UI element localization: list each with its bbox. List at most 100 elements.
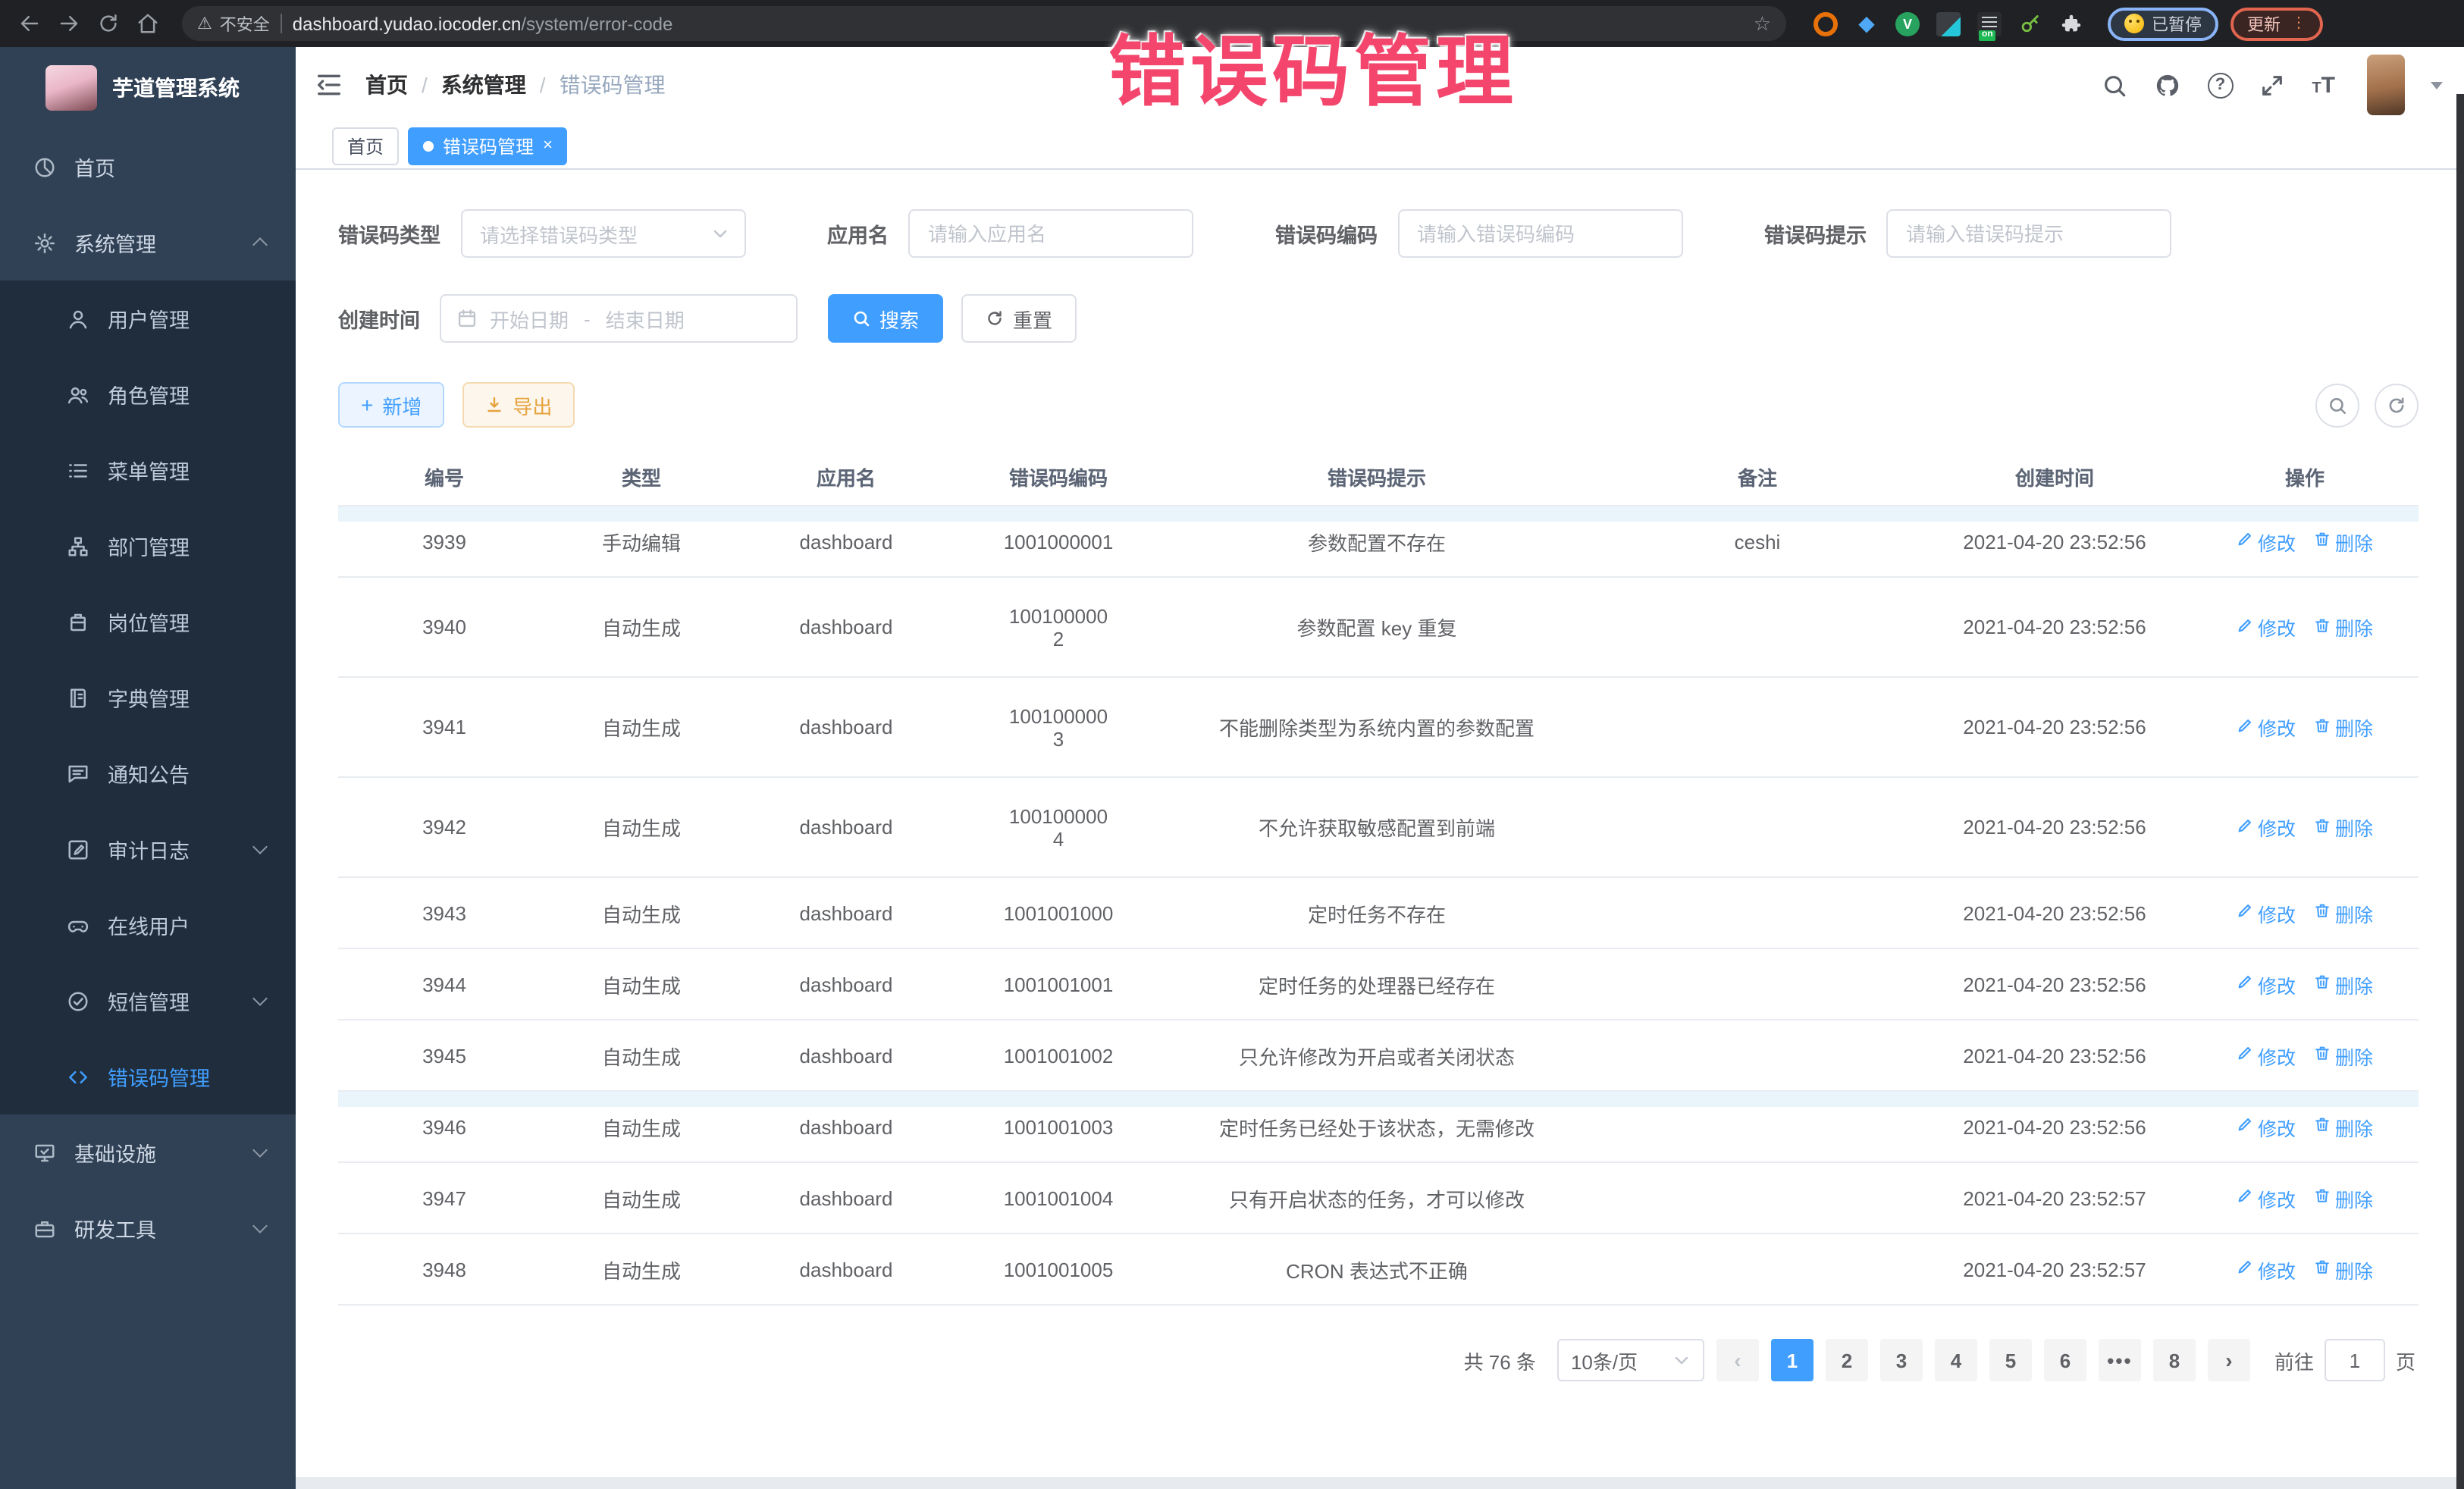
edit-link[interactable]: 修改 (2237, 713, 2296, 741)
page-button-1[interactable]: 1 (1771, 1339, 1814, 1381)
home-icon[interactable] (133, 10, 161, 37)
cell-id: 3943 (338, 892, 550, 933)
refresh-button[interactable] (2375, 383, 2419, 427)
delete-label: 删除 (2335, 613, 2373, 641)
more-pages-icon[interactable]: ••• (2099, 1339, 2141, 1381)
font-size-icon[interactable]: TT (2312, 74, 2335, 96)
toggle-search-button[interactable] (2315, 383, 2359, 427)
extension-key-icon[interactable] (2018, 11, 2042, 36)
profile-paused-pill[interactable]: 已暂停 (2108, 7, 2218, 40)
sidebar-item-岗位管理[interactable]: 岗位管理 (0, 584, 296, 660)
delete-link[interactable]: 删除 (2314, 1112, 2373, 1141)
extension-switch-icon[interactable]: on (1977, 11, 2002, 36)
sidebar-item-研发工具[interactable]: 研发工具 (0, 1190, 296, 1266)
update-label: 更新 (2247, 11, 2281, 36)
search-button[interactable]: 搜索 (828, 294, 943, 343)
forward-icon[interactable] (55, 10, 82, 37)
edit-link[interactable]: 修改 (2237, 970, 2296, 998)
reset-button[interactable]: 重置 (961, 294, 1077, 343)
extension-grid-icon[interactable] (1936, 11, 1961, 36)
date-range-picker[interactable]: 开始日期 - 结束日期 (440, 294, 798, 343)
sidebar-item-在线用户[interactable]: 在线用户 (0, 887, 296, 963)
sidebar-item-首页[interactable]: 首页 (0, 129, 296, 205)
sidebar-item-审计日志[interactable]: 审计日志 (0, 811, 296, 887)
delete-link[interactable]: 删除 (2314, 613, 2373, 641)
address-bar[interactable]: ⚠ 不安全 dashboard.yudao.iocoder.cn/system/… (182, 6, 1786, 41)
code-text: 1001001005 (1004, 1258, 1114, 1281)
tab-error-code[interactable]: 错误码管理 × (408, 127, 568, 165)
sidebar-item-label: 岗位管理 (108, 607, 190, 637)
search-icon[interactable] (2101, 71, 2128, 99)
add-button[interactable]: + 新增 (338, 382, 444, 428)
browser-update-button[interactable]: 更新 ⋮ (2230, 7, 2323, 40)
page-button-5[interactable]: 5 (1989, 1339, 2032, 1381)
delete-link[interactable]: 删除 (2314, 898, 2373, 927)
goto-page-input[interactable] (2324, 1339, 2385, 1381)
sidebar-item-短信管理[interactable]: 短信管理 (0, 963, 296, 1039)
reload-icon[interactable] (94, 10, 121, 37)
sidebar-item-通知公告[interactable]: 通知公告 (0, 735, 296, 811)
app-logo-row[interactable]: 芋道管理系统 (0, 47, 296, 129)
delete-link[interactable]: 删除 (2314, 1183, 2373, 1212)
edit-link[interactable]: 修改 (2237, 1041, 2296, 1070)
cell-actions: 修改删除 (2191, 704, 2419, 751)
search-button-label: 搜索 (879, 304, 919, 333)
sidebar-item-基础设施[interactable]: 基础设施 (0, 1114, 296, 1190)
page-button-6[interactable]: 6 (2044, 1339, 2086, 1381)
sidebar-item-系统管理[interactable]: 系统管理 (0, 205, 296, 281)
close-icon[interactable]: × (543, 136, 553, 155)
edit-icon (2237, 817, 2253, 838)
error-type-select[interactable]: 请选择错误码类型 (460, 209, 745, 258)
error-message-input[interactable] (1888, 211, 2170, 256)
page-size-select[interactable]: 10条/页 (1557, 1339, 1704, 1381)
edit-link[interactable]: 修改 (2237, 527, 2296, 556)
sidebar-item-错误码管理[interactable]: 错误码管理 (0, 1039, 296, 1114)
edit-link[interactable]: 修改 (2237, 1183, 2296, 1212)
github-icon[interactable] (2154, 71, 2181, 99)
delete-link[interactable]: 删除 (2314, 1255, 2373, 1284)
extension-v2ex-icon[interactable]: V (1895, 11, 1920, 36)
sidebar-item-部门管理[interactable]: 部门管理 (0, 508, 296, 584)
extension-gem-icon[interactable]: ◆ (1854, 11, 1879, 36)
edit-link[interactable]: 修改 (2237, 1255, 2296, 1284)
sidebar-item-用户管理[interactable]: 用户管理 (0, 281, 296, 356)
delete-link[interactable]: 删除 (2314, 813, 2373, 842)
cell-app: dashboard (732, 964, 960, 1005)
edit-link[interactable]: 修改 (2237, 1112, 2296, 1141)
breadcrumb-home[interactable]: 首页 (365, 70, 408, 100)
sidebar-item-字典管理[interactable]: 字典管理 (0, 660, 296, 735)
page-button-2[interactable]: 2 (1826, 1339, 1868, 1381)
error-code-input[interactable] (1399, 211, 1681, 256)
sidebar-item-角色管理[interactable]: 角色管理 (0, 356, 296, 432)
extensions-puzzle-icon[interactable] (2059, 11, 2083, 36)
chevron-down-icon[interactable] (2431, 81, 2443, 95)
delete-link[interactable]: 删除 (2314, 527, 2373, 556)
page-button-4[interactable]: 4 (1935, 1339, 1977, 1381)
collapse-sidebar-icon[interactable] (314, 70, 344, 100)
export-button[interactable]: 导出 (462, 382, 575, 428)
page: ⚠ 不安全 dashboard.yudao.iocoder.cn/system/… (0, 0, 2464, 1489)
bookmark-star-icon[interactable]: ☆ (1754, 11, 1771, 36)
delete-link[interactable]: 删除 (2314, 1041, 2373, 1070)
security-indicator[interactable]: ⚠ 不安全 (197, 11, 270, 36)
delete-link[interactable]: 删除 (2314, 713, 2373, 741)
breadcrumb-system[interactable]: 系统管理 (441, 70, 526, 100)
prev-page-button[interactable]: ‹ (1716, 1339, 1759, 1381)
fullscreen-icon[interactable] (2259, 71, 2286, 99)
page-button-8[interactable]: 8 (2153, 1339, 2196, 1381)
url-path: /system/error-code (521, 13, 672, 34)
browser-menu-icon[interactable]: ⋮ (2291, 20, 2306, 27)
edit-link[interactable]: 修改 (2237, 613, 2296, 641)
edit-link[interactable]: 修改 (2237, 813, 2296, 842)
user-avatar[interactable] (2367, 55, 2405, 115)
back-icon[interactable] (15, 10, 42, 37)
sidebar-item-菜单管理[interactable]: 菜单管理 (0, 432, 296, 508)
extension-ubiquity-icon[interactable] (1814, 11, 1838, 36)
edit-link[interactable]: 修改 (2237, 898, 2296, 927)
tab-home[interactable]: 首页 (332, 127, 399, 165)
delete-link[interactable]: 删除 (2314, 970, 2373, 998)
next-page-button[interactable]: › (2208, 1339, 2250, 1381)
help-icon[interactable]: ? (2207, 72, 2233, 98)
page-button-3[interactable]: 3 (1880, 1339, 1923, 1381)
app-name-input[interactable] (910, 211, 1192, 256)
